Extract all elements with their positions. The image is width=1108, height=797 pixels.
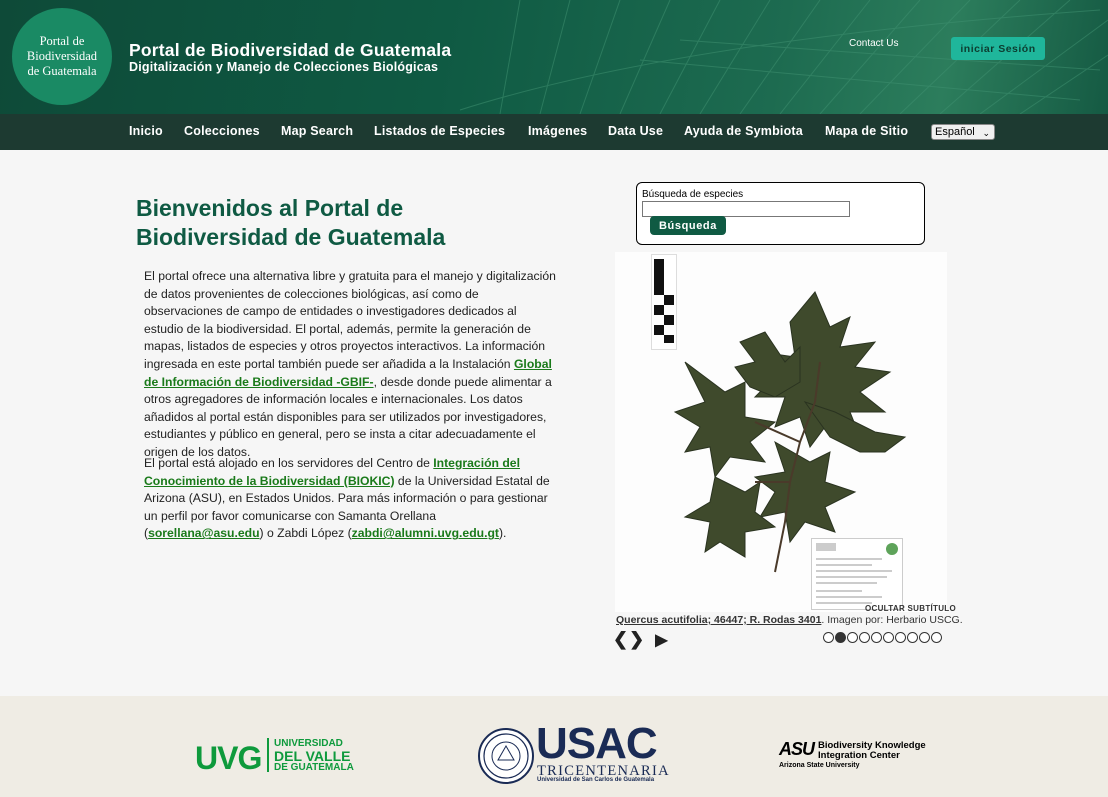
nav-item-imagenes[interactable]: Imágenes [528,124,587,138]
species-search-panel: Búsqueda de especies Búsqueda [636,182,925,245]
login-button[interactable]: iniciar Sesión [951,37,1045,60]
nav-item-inicio[interactable]: Inicio [129,124,163,138]
specimen-image[interactable] [615,252,947,612]
caption-text: . Imagen por: Herbario USCG. [821,614,963,626]
nav-item-listados[interactable]: Listados de Especies [374,124,505,138]
paragraph-text: El portal está alojado en los servidores… [144,456,434,470]
biokic-line: Integration Center [818,750,900,761]
intro-paragraph: El portal ofrece una alternativa libre y… [144,268,558,462]
slideshow-dot[interactable] [823,632,834,643]
slideshow-dot[interactable] [895,632,906,643]
uvg-line: DEL VALLE [274,747,351,764]
logo-line: Portal de [39,34,85,48]
prev-next-arrows-icon[interactable]: ❮❯ [613,629,645,649]
uvg-line: DE GUATEMALA [274,761,354,773]
slideshow-dots [823,632,942,643]
uvg-divider [267,738,269,772]
biokic-logo-text: Biodiversity Knowledge Integration Cente… [818,741,926,761]
page-title-line: Biodiversidad de Guatemala [136,224,446,250]
play-icon[interactable]: ▶ [655,632,668,649]
logo-line: Biodiversidad [26,49,98,63]
nav-item-data-use[interactable]: Data Use [608,124,663,138]
usac-logo[interactable]: USAC [536,722,658,766]
slideshow-dot[interactable] [871,632,882,643]
language-select[interactable]: Español ⌄ [931,124,995,140]
paragraph-text: ) o Zabdi López ( [259,526,352,541]
herbarium-label [811,538,903,610]
slideshow-dot[interactable] [919,632,930,643]
nav-item-map-search[interactable]: Map Search [281,124,353,138]
nav-item-colecciones[interactable]: Colecciones [184,124,260,138]
site-subtitle: Digitalización y Manejo de Colecciones B… [129,60,439,74]
slideshow-dot[interactable] [835,632,846,643]
slideshow-controls: ❮❯ ▶ [613,629,669,650]
site-title[interactable]: Portal de Biodiversidad de Guatemala [129,40,451,61]
page-title: Bienvenidos al Portal de Biodiversidad d… [136,194,556,252]
hosting-paragraph: El portal está alojado en los servidores… [144,455,558,543]
asu-logo[interactable]: ASU [779,739,815,760]
slideshow-dot[interactable] [883,632,894,643]
uvg-logo-text: UNIVERSIDAD DEL VALLE DE GUATEMALA [274,738,354,773]
uvg-logo[interactable]: UVG [195,740,262,777]
contact-us-link[interactable]: Contact Us [849,38,898,49]
nav-item-ayuda[interactable]: Ayuda de Symbiota [684,124,803,138]
paragraph-text: ). [498,526,507,541]
slideshow-dot[interactable] [907,632,918,643]
species-search-input[interactable] [642,201,850,217]
email-link-sorellana[interactable]: sorellana@asu.edu [148,526,259,540]
email-link-zabdi[interactable]: zabdi@alumni.uvg.edu.gt [352,526,499,540]
site-logo[interactable]: Portal de Biodiversidad de Guatemala [12,8,112,105]
hide-caption-toggle[interactable]: OCULTAR SUBTÍTULO [865,604,956,613]
slideshow-dot[interactable] [931,632,942,643]
logo-line: de Guatemala [27,64,97,78]
search-label: Búsqueda de especies [642,189,744,200]
nav-item-mapa-sitio[interactable]: Mapa de Sitio [825,124,908,138]
usac-seal-icon[interactable] [478,728,534,784]
search-button[interactable]: Búsqueda [650,216,726,235]
paragraph-text: El portal ofrece una alternativa libre y… [144,269,556,371]
specimen-caption: Quercus acutifolia; 46447; R. Rodas 3401… [616,614,963,626]
page-title-line: Bienvenidos al Portal de [136,195,404,221]
site-header: Portal de Biodiversidad de Guatemala Por… [0,0,1108,114]
asu-subtitle: Arizona State University [779,762,860,769]
language-value: Español [935,126,975,138]
usac-university-name: Universidad de San Carlos de Guatemala [537,777,655,783]
chevron-down-icon: ⌄ [982,128,990,138]
specimen-link[interactable]: Quercus acutifolia; 46447; R. Rodas 3401 [616,614,821,626]
slideshow-dot[interactable] [847,632,858,643]
slideshow-dot[interactable] [859,632,870,643]
